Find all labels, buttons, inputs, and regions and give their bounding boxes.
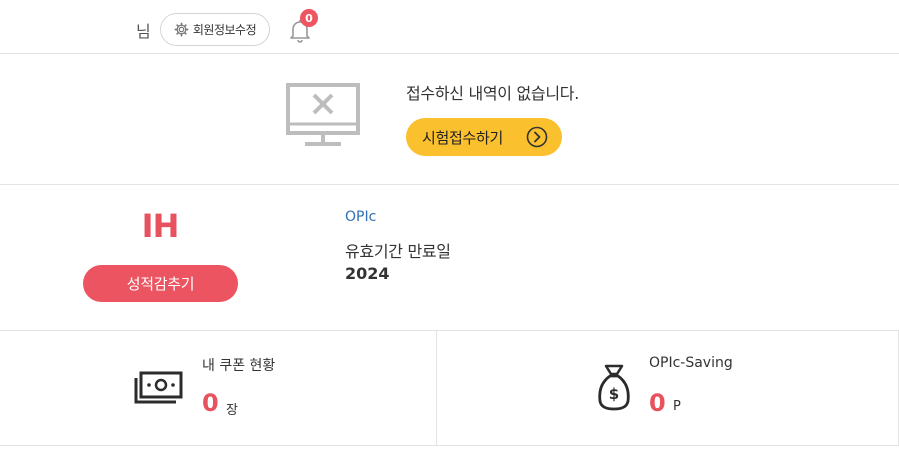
coupon-title: 내 쿠폰 현황 [202,358,276,374]
empty-application-message: 접수하신 내역이 없습니다. [406,84,579,103]
notification-badge: 0 [300,9,318,27]
expiry-label: 유효기간 만료일 [345,242,451,261]
edit-profile-label: 회원정보수정 [192,23,257,37]
coupon-unit: 장 [226,403,238,418]
cash-icon [134,371,183,404]
apply-exam-button[interactable]: 시험접수하기 [406,118,562,156]
saving-card[interactable]: $ OPIc-Saving 0 P [437,331,899,446]
exam-name: OPIc [345,209,377,225]
grade-section: IH 성적감추기 OPIc 유효기간 만료일 2024.( [0,185,899,331]
hide-grade-button[interactable]: 성적감추기 [83,265,238,302]
saving-title: OPIc-Saving [649,355,733,371]
edit-profile-button[interactable]: 회원정보수정 [160,13,270,46]
gear-icon [174,22,189,37]
grade-value: IH [141,207,180,245]
apply-exam-label: 시험접수하기 [422,128,504,147]
svg-text:$: $ [609,385,619,403]
top-bar: 님 회원정보수정 0 [0,0,899,54]
chevron-right-circle-icon [526,126,548,148]
application-status-section: 접수하신 내역이 없습니다. 시험접수하기 [0,54,899,185]
saving-unit: P [673,399,681,414]
monitor-x-icon [286,83,360,146]
money-bag-icon: $ [598,364,630,411]
coupon-card[interactable]: 내 쿠폰 현황 0 장 [0,331,437,446]
expiry-date: 2024.( [345,264,390,283]
saving-count: 0 [649,389,666,417]
coupon-count: 0 [202,389,219,417]
user-name-suffix: 님 [136,22,151,41]
